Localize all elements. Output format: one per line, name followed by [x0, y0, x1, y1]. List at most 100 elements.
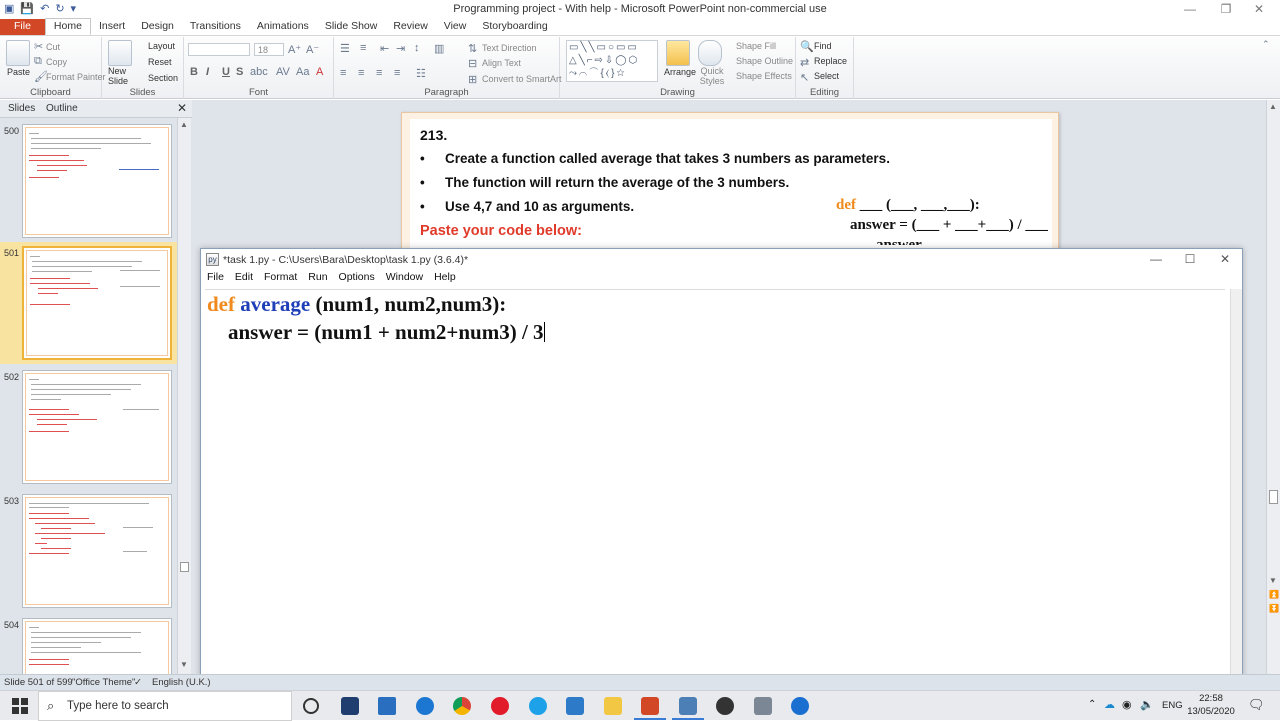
paste-button[interactable]: Paste	[7, 67, 30, 77]
code-template-answer[interactable]: answer = (___ + ___+___) / ___	[850, 217, 1048, 234]
shape-fill-button[interactable]: Shape Fill	[736, 41, 776, 51]
menu-window[interactable]: Window	[386, 271, 423, 287]
replace-button[interactable]: Replace	[814, 56, 847, 66]
edge-legacy-icon[interactable]	[416, 697, 434, 715]
scroll-thumb[interactable]	[1269, 490, 1278, 504]
notifications-icon[interactable]: 🗨	[1248, 697, 1265, 713]
align-left-icon[interactable]: ≡	[340, 67, 346, 79]
spellcheck-icon[interactable]: ✓	[134, 677, 142, 688]
align-center-icon[interactable]: ≡	[358, 67, 364, 79]
close-icon[interactable]: ✕	[1244, 2, 1274, 16]
select-button[interactable]: Select	[814, 71, 839, 81]
copy-button[interactable]: Copy	[46, 57, 67, 67]
clock-date[interactable]: 13/05/2020	[1186, 706, 1236, 717]
task-view-icon[interactable]	[341, 697, 359, 715]
scroll-up-arrow-icon[interactable]: ▲	[180, 120, 188, 129]
tab-design[interactable]: Design	[133, 19, 182, 35]
store-icon[interactable]	[566, 697, 584, 715]
paste-code-heading[interactable]: Paste your code below:	[420, 223, 582, 239]
language-indicator[interactable]: English (U.K.)	[152, 677, 211, 688]
taskbar-search-box[interactable]: ⌕ Type here to search	[38, 691, 292, 721]
tab-animations[interactable]: Animations	[249, 19, 317, 35]
menu-file[interactable]: File	[207, 271, 224, 287]
network-tool-icon[interactable]	[754, 697, 772, 715]
menu-run[interactable]: Run	[308, 271, 327, 287]
maximize-icon[interactable]: ❐	[1211, 2, 1241, 16]
tab-outline[interactable]: Outline	[46, 103, 78, 114]
collapse-ribbon-icon[interactable]: ⌃	[1262, 39, 1270, 50]
grow-font-icon[interactable]: A⁺	[288, 43, 301, 56]
slide-bullet[interactable]: • Use 4,7 and 10 as arguments.	[420, 199, 634, 214]
arrange-button[interactable]: Arrange	[664, 67, 696, 77]
tab-transitions[interactable]: Transitions	[182, 19, 249, 35]
idle-maximize-icon[interactable]: ☐	[1178, 252, 1202, 266]
input-language[interactable]: ENG	[1162, 700, 1183, 711]
current-slide[interactable]: 213. • Create a function called average t…	[401, 112, 1059, 252]
line-spacing-icon[interactable]: ↕	[414, 42, 420, 54]
slide-thumbnail-500[interactable]: 500	[0, 120, 180, 242]
obs-icon[interactable]	[716, 697, 734, 715]
menu-help[interactable]: Help	[434, 271, 456, 287]
format-painter-button[interactable]: Format Painter	[46, 72, 106, 82]
idle-scrollbar[interactable]	[1230, 289, 1242, 674]
slide-thumbnail-501[interactable]: 501	[0, 242, 180, 364]
shape-outline-button[interactable]: Shape Outline	[736, 56, 793, 66]
italic-button[interactable]: I	[206, 66, 209, 78]
file-explorer-icon[interactable]	[604, 697, 622, 715]
python-idle-icon[interactable]	[679, 697, 697, 715]
find-button[interactable]: Find	[814, 41, 832, 51]
decrease-indent-icon[interactable]: ⇤	[380, 42, 389, 55]
convert-smartart-button[interactable]: Convert to SmartArt	[482, 74, 562, 84]
font-color-icon[interactable]: A	[316, 66, 323, 78]
close-panel-icon[interactable]: ✕	[177, 101, 187, 115]
numbering-icon[interactable]: ≡	[360, 42, 366, 54]
slide-thumbnail-504[interactable]: 504	[0, 614, 180, 674]
powerpoint-icon[interactable]	[641, 697, 659, 715]
idle-minimize-icon[interactable]: —	[1144, 252, 1168, 266]
distributed-icon[interactable]: ☷	[416, 67, 426, 80]
slides-panel-scrollbar[interactable]: ▲ ▼	[177, 118, 191, 674]
skype-icon[interactable]	[529, 697, 547, 715]
slide-bullet[interactable]: • The function will return the average of…	[420, 175, 789, 190]
cortana-icon[interactable]	[303, 698, 319, 714]
previous-slide-icon[interactable]: ⏫	[1269, 590, 1279, 599]
strikethrough-icon[interactable]: abc	[250, 66, 268, 78]
volume-icon[interactable]: 🔈	[1140, 698, 1154, 711]
text-direction-button[interactable]: Text Direction	[482, 43, 537, 53]
tab-insert[interactable]: Insert	[91, 19, 133, 35]
reset-button[interactable]: Reset	[148, 57, 172, 67]
layout-button[interactable]: Layout	[148, 41, 175, 51]
tab-file[interactable]: File	[0, 19, 45, 35]
tab-slide-show[interactable]: Slide Show	[317, 19, 386, 35]
justify-icon[interactable]: ≡	[394, 67, 400, 79]
slide-bullet[interactable]: • Create a function called average that t…	[420, 151, 890, 166]
slide-area-scrollbar[interactable]: ▲ ▼ ⏫ ⏬	[1266, 100, 1280, 674]
tab-review[interactable]: Review	[385, 19, 435, 35]
menu-format[interactable]: Format	[264, 271, 297, 287]
theme-name[interactable]: "Office Theme"	[72, 677, 135, 688]
idle-close-icon[interactable]: ✕	[1213, 252, 1237, 266]
tab-slides[interactable]: Slides	[8, 103, 35, 114]
scroll-up-arrow-icon[interactable]: ▲	[1269, 102, 1277, 111]
cut-button[interactable]: Cut	[46, 42, 60, 52]
menu-edit[interactable]: Edit	[235, 271, 253, 287]
tab-storyboarding[interactable]: Storyboarding	[474, 19, 555, 35]
code-template-def[interactable]: def ___ (___, ___,___):	[836, 197, 980, 214]
tab-home[interactable]: Home	[44, 18, 91, 35]
columns-icon[interactable]: ▥	[434, 42, 444, 55]
menu-options[interactable]: Options	[339, 271, 375, 287]
quick-styles-button[interactable]: Quick Styles	[697, 66, 727, 86]
align-text-button[interactable]: Align Text	[482, 58, 521, 68]
font-size-combo[interactable]: 18	[254, 43, 284, 56]
arrange-icon[interactable]	[666, 40, 690, 66]
font-name-combo[interactable]	[188, 43, 250, 56]
minimize-icon[interactable]: —	[1175, 2, 1205, 16]
scroll-down-arrow-icon[interactable]: ▼	[1269, 576, 1277, 585]
scroll-down-arrow-icon[interactable]: ▼	[180, 660, 188, 669]
increase-indent-icon[interactable]: ⇥	[396, 42, 405, 55]
align-right-icon[interactable]: ≡	[376, 67, 382, 79]
slide-thumbnail-502[interactable]: 502	[0, 366, 180, 488]
shapes-gallery[interactable]: ▭╲╲▭○▭▭ △╲⌐⇨⇩◯⬡ ⤳⌒⁀{⟨}☆	[566, 40, 658, 82]
opera-icon[interactable]	[491, 697, 509, 715]
tray-app-icon[interactable]: ☁	[1104, 698, 1115, 711]
